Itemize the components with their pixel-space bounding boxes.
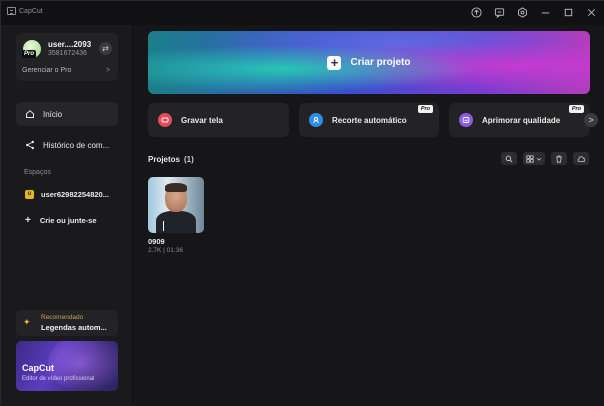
view-mode-button[interactable] (523, 152, 545, 165)
cloud-button[interactable] (573, 152, 589, 165)
window-controls (470, 6, 597, 18)
create-or-join-button[interactable]: + Crie ou junte-se (16, 211, 118, 229)
account-card[interactable]: Pro user....2093 3581672436 ⇄ Gerenciar … (16, 33, 118, 81)
plus-icon: + (327, 55, 342, 70)
grid-icon (526, 154, 534, 163)
app-title: CapCut (7, 7, 43, 15)
screen-record-label: Gravar tela (181, 115, 223, 125)
switch-account-button[interactable]: ⇄ (99, 42, 112, 55)
pro-badge: Pro (568, 105, 584, 113)
share-icon (26, 140, 34, 150)
enhance-quality-button[interactable]: Aprimorar qualidade Pro (449, 103, 590, 137)
cutout-icon (309, 113, 323, 127)
create-project-banner[interactable]: + Criar projeto (148, 31, 590, 94)
search-icon (505, 155, 513, 162)
sidebar-item-share-history[interactable]: Histórico de com... (16, 133, 118, 157)
trash-icon (556, 155, 562, 163)
projects-toolbar (501, 152, 589, 165)
projects-title: Projetos (148, 155, 181, 164)
cloud-icon (577, 155, 585, 162)
app-name: CapCut (19, 7, 43, 15)
upload-icon[interactable] (470, 6, 482, 18)
capcut-logo-icon (7, 7, 16, 15)
pro-badge: Pro (417, 105, 433, 113)
projects-heading: Projetos (1) (148, 155, 194, 164)
promo-wave-graphic (48, 341, 118, 391)
sidebar: Pro user....2093 3581672436 ⇄ Gerenciar … (1, 25, 133, 406)
lightbulb-icon: ✦ (23, 317, 31, 327)
project-meta: 2.7K | 01:36 (148, 247, 183, 254)
chevron-right-icon[interactable]: > (584, 113, 598, 127)
sidebar-item-label: Início (43, 109, 63, 119)
chevron-right-icon: > (105, 67, 110, 74)
settings-icon[interactable] (516, 6, 528, 18)
delete-button[interactable] (551, 152, 567, 165)
recommendation-card[interactable]: ✦ Recomendado Legendas autom... (16, 310, 118, 336)
spaces-heading: Espaços (24, 169, 51, 176)
space-label: user62982254820... (41, 189, 109, 199)
project-name[interactable]: 0909 (148, 237, 165, 246)
thumbnail-body (156, 211, 196, 233)
plus-icon: + (25, 214, 31, 226)
record-icon (158, 113, 172, 127)
home-icon (26, 110, 34, 118)
sidebar-item-home[interactable]: Início (16, 102, 118, 126)
projects-count: (1) (184, 155, 194, 164)
enhance-quality-label: Aprimorar qualidade (482, 115, 561, 125)
main-content: + Criar projeto Gravar tela Recorte auto… (134, 25, 604, 406)
title-bar: CapCut (1, 1, 604, 25)
sidebar-item-label: Histórico de com... (43, 140, 110, 150)
maximize-icon[interactable] (562, 6, 574, 18)
manage-pro-link[interactable]: Gerenciar o Pro (22, 67, 71, 74)
project-thumbnail[interactable] (148, 177, 204, 233)
create-or-join-label: Crie ou junte-se (39, 215, 97, 225)
search-button[interactable] (501, 152, 517, 165)
capcut-window: CapCut Pro user....2093 3581672436 ⇄ Ger… (0, 0, 604, 406)
create-project-content: + Criar projeto (148, 31, 590, 94)
create-project-label: Criar projeto (350, 57, 411, 68)
screen-record-button[interactable]: Gravar tela (148, 103, 289, 137)
thumbnail-cursor (163, 221, 164, 231)
recommendation-title: Legendas autom... (41, 323, 107, 332)
promo-subtitle: Editor de vídeo profissional (22, 376, 95, 382)
feedback-icon[interactable] (493, 6, 505, 18)
sidebar-item-space[interactable]: u user62982254820... (16, 185, 118, 203)
recommendation-label: Recomendado (41, 314, 84, 321)
pro-tag: Pro (22, 50, 37, 58)
space-badge: u (25, 189, 34, 199)
close-icon[interactable] (585, 6, 597, 18)
username: user....2093 (48, 40, 92, 49)
promo-title: CapCut (22, 363, 54, 373)
minimize-icon[interactable] (539, 6, 551, 18)
chevron-down-icon (536, 157, 542, 161)
thumbnail-hair (165, 183, 187, 192)
promo-banner[interactable]: CapCut Editor de vídeo profissional (16, 341, 118, 391)
auto-cutout-button[interactable]: Recorte automático Pro (299, 103, 439, 137)
user-id: 3581672436 (48, 50, 87, 57)
auto-cutout-label: Recorte automático (332, 115, 407, 125)
enhance-icon (459, 113, 473, 127)
